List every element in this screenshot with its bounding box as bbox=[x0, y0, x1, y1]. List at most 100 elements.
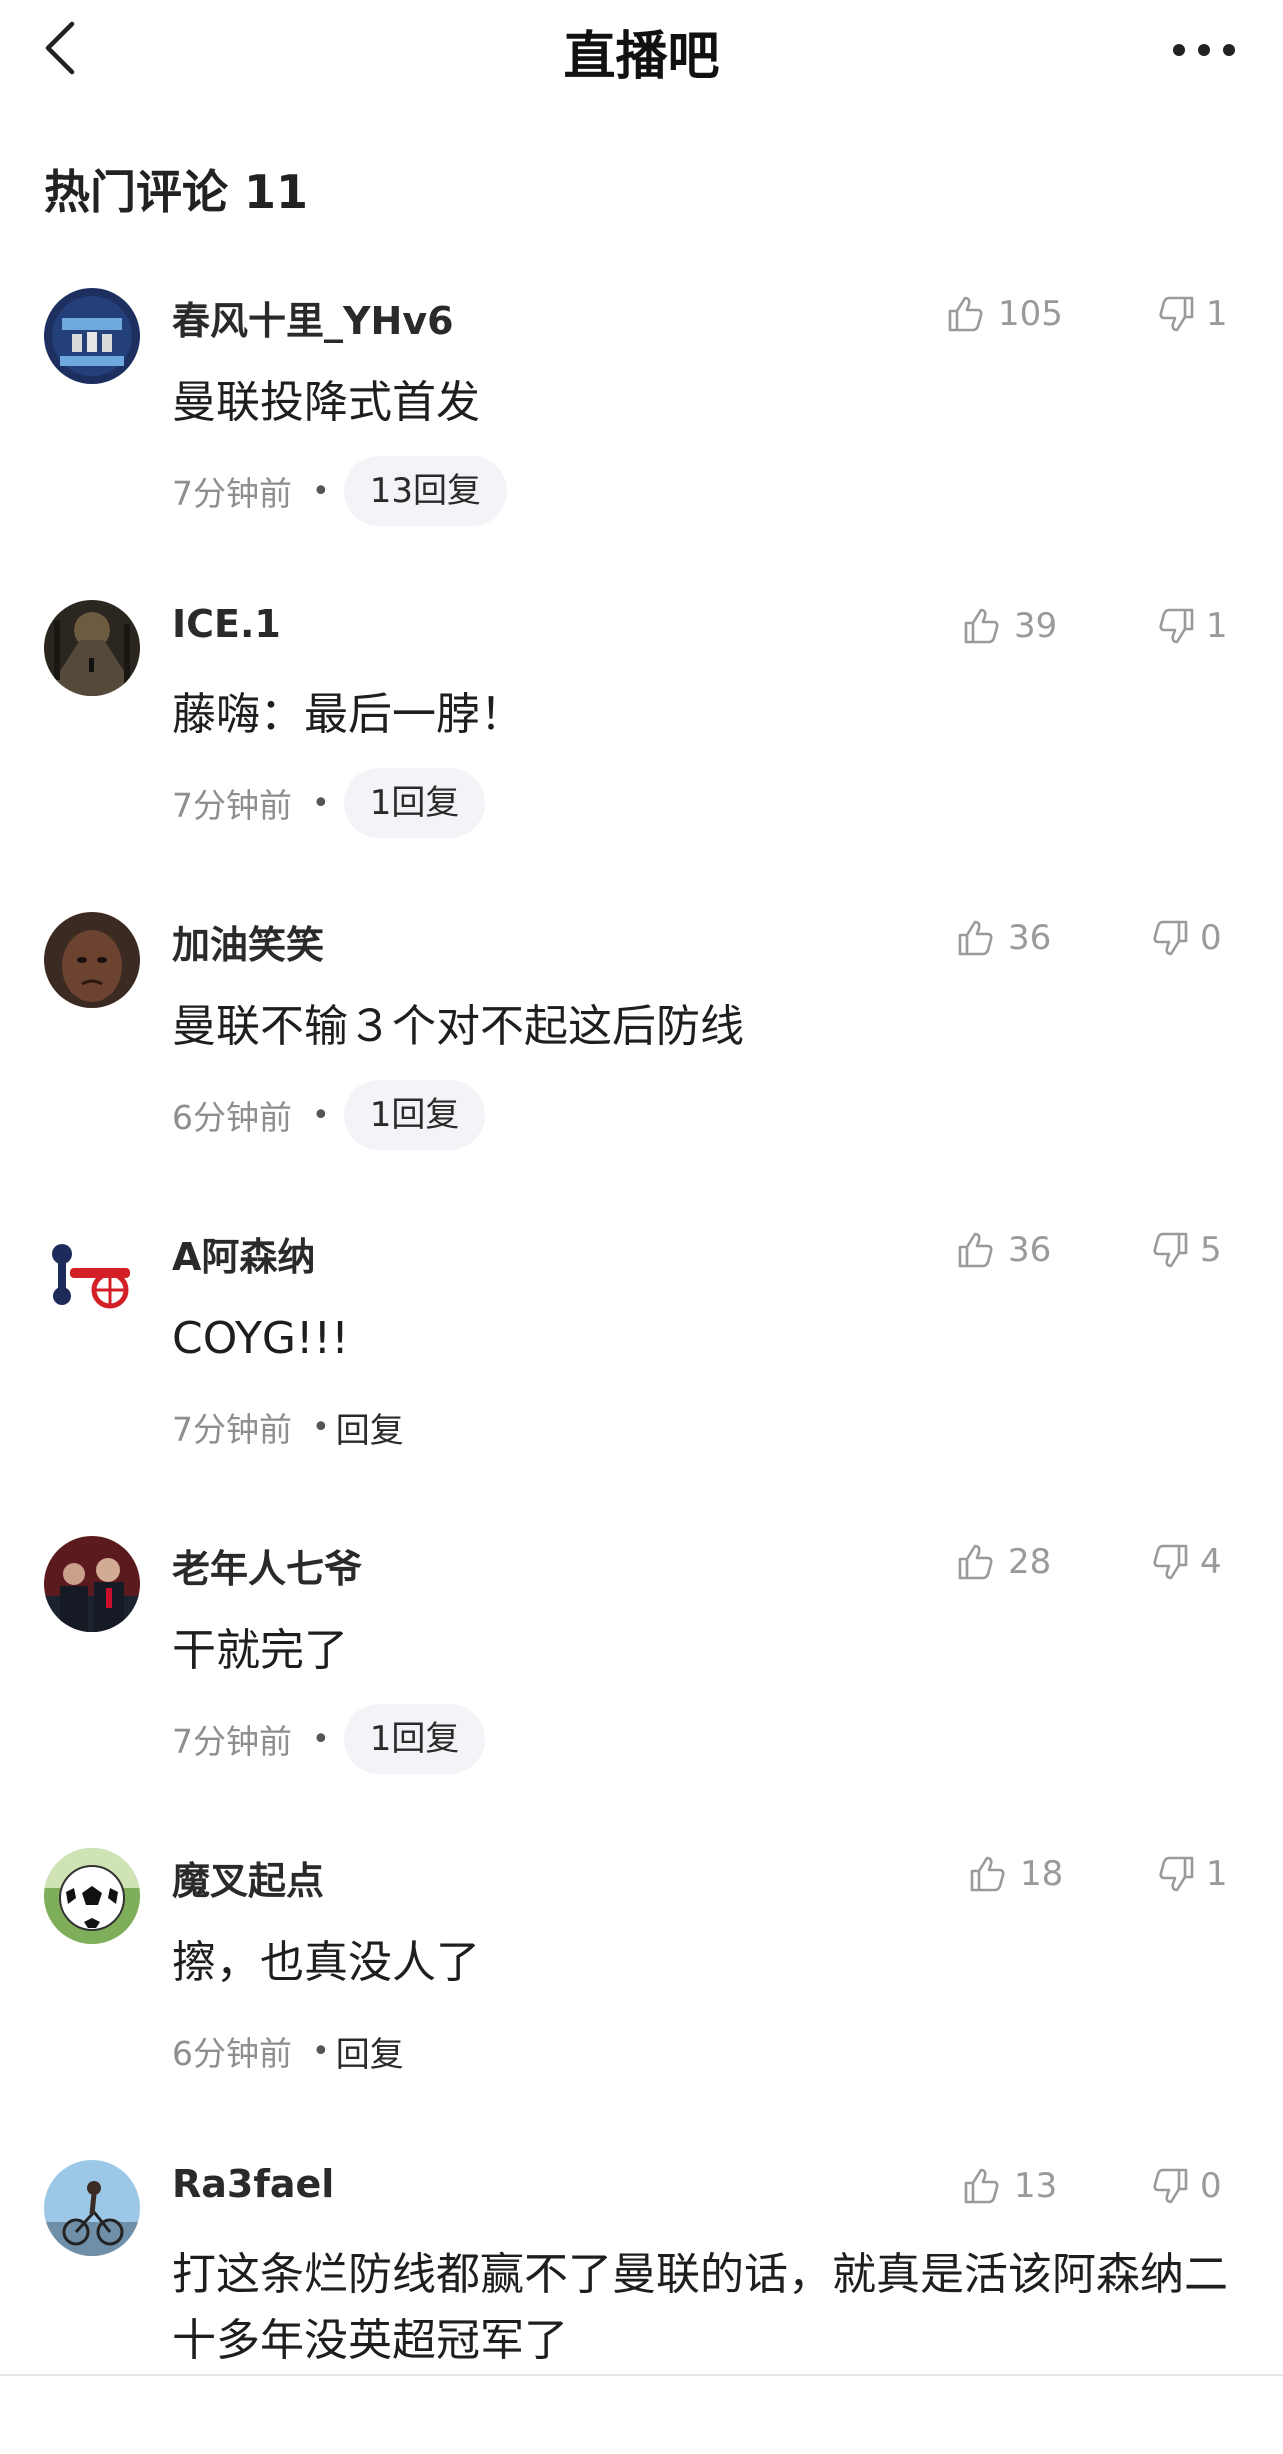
like-button[interactable]: 18 bbox=[968, 1852, 1063, 1896]
like-count: 105 bbox=[998, 294, 1063, 334]
like-count: 28 bbox=[1008, 1542, 1052, 1582]
avatar[interactable] bbox=[44, 2160, 140, 2256]
comment-text: 打这条烂防线都赢不了曼联的话，就真是活该阿森纳二十多年没英超冠军了 bbox=[172, 2249, 1228, 2366]
avatar[interactable] bbox=[44, 1536, 140, 1632]
comment-meta: 7分钟前 • 1回复 bbox=[172, 1704, 486, 1774]
bottom-divider bbox=[0, 2374, 1283, 2376]
like-button[interactable]: 28 bbox=[956, 1540, 1051, 1584]
treble-winners-avatar-icon bbox=[44, 288, 140, 384]
reply-button[interactable]: 13回复 bbox=[343, 456, 507, 526]
cyclist-avatar-icon bbox=[44, 2160, 140, 2256]
timestamp: 7分钟前 bbox=[172, 474, 292, 513]
like-button[interactable]: 36 bbox=[956, 916, 1051, 960]
avatar[interactable] bbox=[44, 1848, 140, 1944]
dislike-count: 1 bbox=[1206, 606, 1228, 646]
reply-button[interactable]: 回复 bbox=[336, 2027, 404, 2076]
username[interactable]: 魔叉起点 bbox=[172, 1850, 324, 1905]
dislike-button[interactable]: 4 bbox=[1150, 1540, 1222, 1584]
thumbs-down-icon bbox=[1153, 920, 1188, 956]
username[interactable]: A阿森纳 bbox=[172, 1226, 315, 1281]
username[interactable]: Ra3fael bbox=[172, 2162, 334, 2206]
thumbs-up-icon bbox=[958, 920, 993, 956]
page-title: 直播吧 bbox=[563, 27, 720, 87]
dislike-count: 0 bbox=[1200, 918, 1222, 958]
top-bar: 直播吧 bbox=[0, 0, 1283, 100]
comment-meta: 6分钟前 • 回复 bbox=[172, 2016, 404, 2086]
like-button[interactable]: 39 bbox=[962, 604, 1057, 648]
thumbs-up-icon bbox=[958, 1544, 993, 1580]
comment-text: 曼联不输３个对不起这后防线 bbox=[172, 1001, 744, 1052]
comment-meta: 7分钟前 • 1回复 bbox=[172, 768, 486, 838]
dislike-button[interactable]: 0 bbox=[1150, 916, 1222, 960]
comment-item: 加油笑笑 36 0 曼联不输３个对不起这后防线 6分钟前 • 1回复 bbox=[0, 894, 1283, 1206]
thumbs-up-icon bbox=[964, 608, 999, 644]
comment-item: Ra3fael 13 0 打这条烂防线都赢不了曼联的话，就真是活该阿森纳二十多年… bbox=[0, 2142, 1283, 2454]
football-avatar-icon bbox=[44, 1848, 140, 1944]
dislike-count: 1 bbox=[1206, 294, 1228, 334]
avatar[interactable] bbox=[44, 288, 140, 384]
hot-comments-title: 热门评论 11 bbox=[44, 165, 309, 219]
username[interactable]: 春风十里_YHv6 bbox=[172, 290, 454, 345]
dislike-count: 0 bbox=[1200, 2166, 1222, 2206]
night-street-avatar-icon bbox=[44, 600, 140, 696]
username[interactable]: 加油笑笑 bbox=[172, 914, 324, 969]
timestamp: 6分钟前 bbox=[172, 2034, 292, 2073]
thumbs-up-icon bbox=[958, 1232, 993, 1268]
thumbs-down-icon bbox=[1159, 1856, 1194, 1892]
dislike-count: 5 bbox=[1200, 1230, 1222, 1270]
comment-item: A阿森纳 36 5 COYG!!! 7分钟前 • 回复 bbox=[0, 1206, 1283, 1518]
comment-item: 老年人七爷 28 4 干就完了 7分钟前 • 1回复 bbox=[0, 1518, 1283, 1830]
comment-item: 春风十里_YHv6 105 1 曼联投降式首发 7分钟前 • 13回复 bbox=[0, 270, 1283, 582]
thumbs-up-icon bbox=[970, 1856, 1005, 1892]
dislike-button[interactable]: 1 bbox=[1156, 1852, 1228, 1896]
like-count: 36 bbox=[1008, 918, 1052, 958]
separator-dot: • bbox=[312, 1721, 330, 1757]
more-button[interactable] bbox=[1169, 32, 1239, 68]
like-count: 39 bbox=[1014, 606, 1058, 646]
dislike-button[interactable]: 5 bbox=[1150, 1228, 1222, 1272]
cannon-avatar-icon bbox=[44, 1224, 140, 1320]
like-count: 18 bbox=[1020, 1854, 1064, 1894]
dislike-count: 1 bbox=[1206, 1854, 1228, 1894]
comment-list: 春风十里_YHv6 105 1 曼联投降式首发 7分钟前 • 13回复 ICE.… bbox=[0, 270, 1283, 2454]
dislike-button[interactable]: 0 bbox=[1150, 2164, 1222, 2208]
dislike-button[interactable]: 1 bbox=[1156, 604, 1228, 648]
reply-button[interactable]: 1回复 bbox=[343, 1704, 486, 1774]
separator-dot: • bbox=[312, 1409, 330, 1445]
comment-text: COYG!!! bbox=[172, 1313, 349, 1364]
timestamp: 7分钟前 bbox=[172, 1722, 292, 1761]
timestamp: 7分钟前 bbox=[172, 1410, 292, 1449]
timestamp: 7分钟前 bbox=[172, 786, 292, 825]
reply-button[interactable]: 1回复 bbox=[343, 1080, 486, 1150]
comment-item: 魔叉起点 18 1 擦，也真没人了 6分钟前 • 回复 bbox=[0, 1830, 1283, 2142]
reply-button[interactable]: 1回复 bbox=[343, 768, 486, 838]
child-face-avatar-icon bbox=[44, 912, 140, 1008]
comment-text: 藤嗨：最后一脖！ bbox=[172, 689, 524, 740]
comment-meta: 6分钟前 • 1回复 bbox=[172, 1080, 486, 1150]
thumbs-down-icon bbox=[1153, 1544, 1188, 1580]
dislike-count: 4 bbox=[1200, 1542, 1222, 1582]
username[interactable]: 老年人七爷 bbox=[172, 1538, 362, 1593]
separator-dot: • bbox=[312, 1097, 330, 1133]
comment-text: 曼联投降式首发 bbox=[172, 377, 480, 428]
avatar[interactable] bbox=[44, 1224, 140, 1320]
reply-button[interactable]: 回复 bbox=[336, 1403, 404, 1452]
like-count: 13 bbox=[1014, 2166, 1058, 2206]
avatar[interactable] bbox=[44, 600, 140, 696]
avatar[interactable] bbox=[44, 912, 140, 1008]
like-button[interactable]: 36 bbox=[956, 1228, 1051, 1272]
dislike-button[interactable]: 1 bbox=[1156, 292, 1228, 336]
like-count: 36 bbox=[1008, 1230, 1052, 1270]
comment-meta: 7分钟前 • 回复 bbox=[172, 1392, 404, 1462]
separator-dot: • bbox=[312, 785, 330, 821]
like-button[interactable]: 13 bbox=[962, 2164, 1057, 2208]
comment-meta: 7分钟前 • 13回复 bbox=[172, 456, 507, 526]
like-button[interactable]: 105 bbox=[946, 292, 1063, 336]
thumbs-up-icon bbox=[964, 2168, 999, 2204]
thumbs-down-icon bbox=[1153, 1232, 1188, 1268]
stadium-people-avatar-icon bbox=[44, 1536, 140, 1632]
comment-text: 干就完了 bbox=[172, 1625, 348, 1676]
thumbs-down-icon bbox=[1153, 2168, 1188, 2204]
thumbs-up-icon bbox=[948, 296, 983, 332]
username[interactable]: ICE.1 bbox=[172, 602, 281, 646]
